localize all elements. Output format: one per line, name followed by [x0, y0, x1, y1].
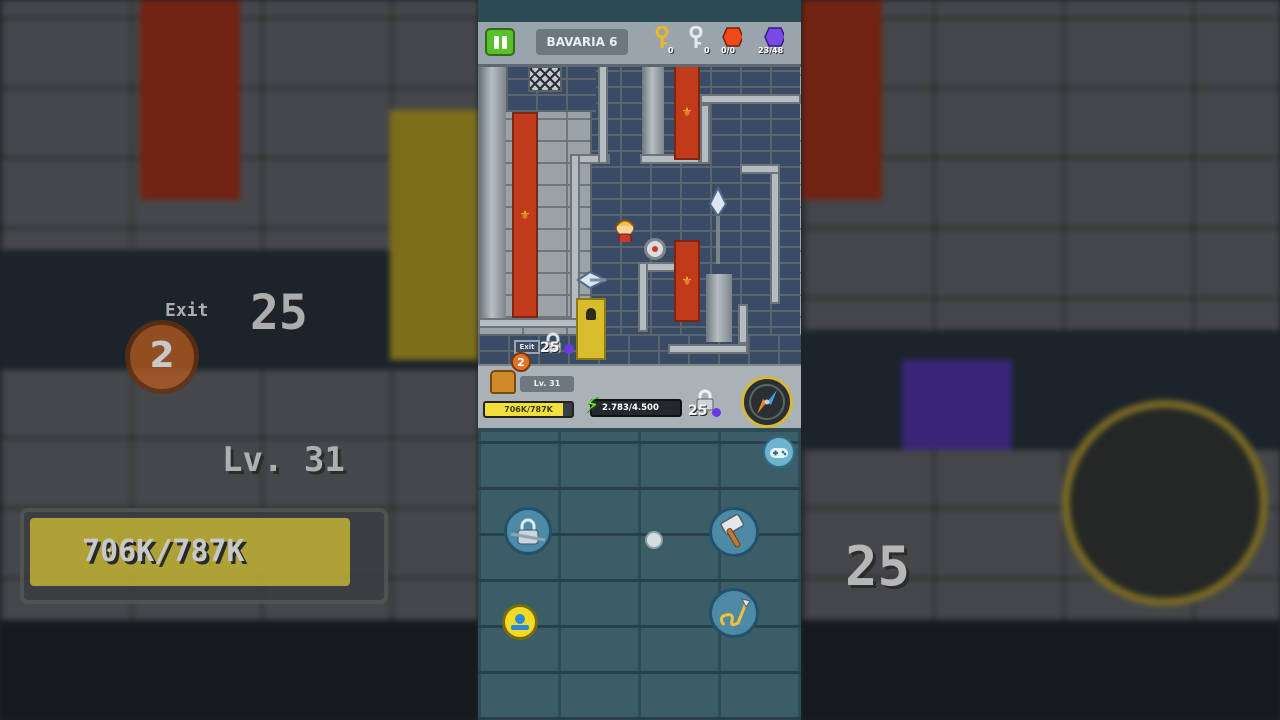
player-level: Lv. 31: [520, 376, 574, 392]
joystick-knob[interactable]: [645, 531, 663, 549]
chest-count-badge: 2: [511, 352, 531, 372]
bg-player-level: Lv. 31: [222, 440, 345, 480]
target-icon: [644, 238, 666, 260]
red-gem-icon: [722, 27, 742, 47]
xp-text: 706K/787K: [504, 405, 553, 414]
hook-button[interactable]: [709, 588, 759, 638]
bg-chest-badge: 2: [125, 320, 199, 394]
top-bar: BAVARIA 6 0 0 0/0 23/48: [478, 22, 801, 67]
bg-exit-cost: 25: [250, 285, 308, 341]
chest-icon[interactable]: [490, 370, 516, 394]
energy-text: 2.783/4.500: [602, 403, 659, 413]
red-banner: ⚜: [512, 112, 538, 318]
level-title: BAVARIA 6: [536, 29, 628, 55]
bg-exit-label: Exit: [165, 300, 209, 321]
hammer-icon: [720, 513, 745, 548]
locked-gold-door[interactable]: [576, 298, 606, 360]
gamepad-button[interactable]: [763, 436, 795, 468]
gold-key-icon: [655, 26, 669, 48]
purple-gem-icon: [764, 27, 784, 47]
stone-pillar: [480, 64, 506, 326]
silver-key-icon: [689, 26, 703, 48]
gem-icon: [712, 408, 721, 417]
hook-icon: [719, 598, 751, 627]
compass-icon: [749, 384, 785, 420]
spear-trap-icon: [708, 186, 728, 264]
chain-lock-button[interactable]: [504, 507, 552, 555]
red-banner: ⚜: [674, 240, 700, 322]
hero-character: [615, 219, 634, 242]
spear-trap-icon: [576, 270, 609, 290]
bg-xp-bar: 706K/787K: [20, 508, 388, 604]
gamepad-icon: [770, 448, 788, 458]
game-screen: ⚜ ⚜ ⚜ Exit 25 BAVARIA 6 0 0 0/0 23/48 2 …: [478, 0, 801, 720]
compass-button[interactable]: [741, 376, 793, 428]
ability-button[interactable]: [502, 604, 538, 640]
red-banner: ⚜: [674, 64, 700, 160]
lightning-icon: ⚡: [584, 393, 600, 418]
stone-pillar: [706, 274, 732, 342]
chain-lock-icon: [510, 518, 546, 545]
bg-lock-cost: 25: [845, 535, 911, 598]
background-left: [0, 0, 478, 720]
gem-icon: [564, 344, 574, 354]
controller-pad: [478, 432, 801, 720]
energy-bar: ⚡ 2.783/4.500: [584, 395, 682, 417]
player-hud: 2 Lv. 31 706K/787K ⚡ 2.783/4.500 25: [478, 352, 801, 428]
stone-pillar: [642, 64, 664, 164]
game-world: ⚜ ⚜ ⚜ Exit 25: [478, 64, 801, 384]
pause-button[interactable]: [485, 28, 515, 56]
background-right: [802, 0, 1280, 720]
lock-cost[interactable]: 25: [686, 389, 726, 423]
joystick-icon: [511, 614, 529, 630]
exit-cost: 25: [540, 340, 560, 356]
window-grate: [528, 66, 562, 92]
xp-progress-bar: 706K/787K: [483, 401, 574, 418]
hammer-button[interactable]: [709, 507, 759, 557]
